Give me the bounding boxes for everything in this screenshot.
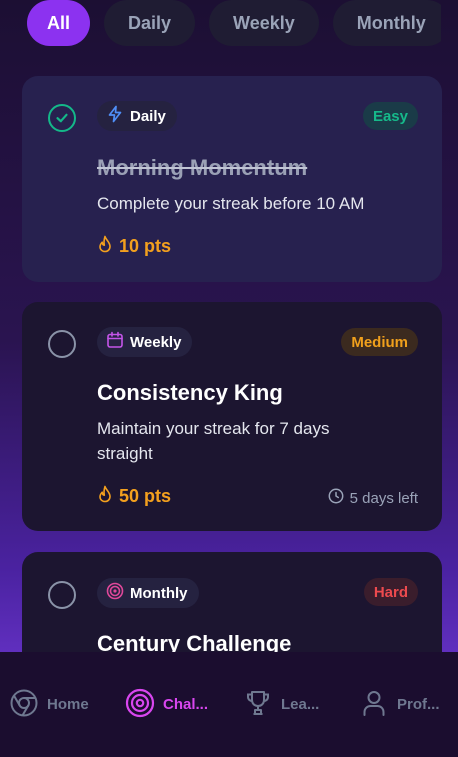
type-label: Weekly xyxy=(130,333,182,351)
nav-leaderboard[interactable]: Lea... xyxy=(238,652,356,757)
challenge-card-daily[interactable]: Daily Easy Morning Momentum Complete you… xyxy=(22,76,442,282)
filter-all[interactable]: All xyxy=(27,0,91,46)
incomplete-check-icon[interactable] xyxy=(48,581,76,609)
nav-home[interactable]: Home xyxy=(0,652,120,757)
filter-daily[interactable]: Daily xyxy=(104,0,196,46)
calendar-icon xyxy=(106,331,124,353)
points-label: 50 pts xyxy=(97,485,171,508)
points-label: 10 pts xyxy=(97,235,171,258)
type-tag-daily: Daily xyxy=(97,101,177,131)
type-tag-weekly: Weekly xyxy=(97,327,193,357)
time-left: 5 days left xyxy=(328,488,418,508)
type-label: Monthly xyxy=(130,584,188,602)
lightning-icon xyxy=(106,105,124,127)
user-icon xyxy=(359,688,389,722)
challenge-title: Morning Momentum xyxy=(97,155,308,180)
flame-icon xyxy=(97,235,113,258)
challenge-title: Consistency King xyxy=(97,380,283,405)
difficulty-badge: Easy xyxy=(362,102,418,130)
difficulty-badge: Hard xyxy=(363,578,418,606)
nav-challenges[interactable]: Chal... xyxy=(120,652,238,757)
challenge-card-weekly[interactable]: Weekly Medium Consistency King Maintain … xyxy=(22,302,442,531)
clock-icon xyxy=(328,488,344,508)
filter-bar: All Daily Weekly Monthly xyxy=(27,0,441,46)
target-icon xyxy=(106,582,124,604)
nav-profile[interactable]: Prof... xyxy=(356,652,458,757)
difficulty-badge: Medium xyxy=(341,328,418,356)
flame-icon xyxy=(97,485,113,508)
target-icon xyxy=(125,688,155,722)
challenge-description: Complete your streak before 10 AM xyxy=(97,194,365,213)
trophy-icon xyxy=(243,688,273,722)
challenge-description: Maintain your streak for 7 days straight xyxy=(97,419,330,463)
bottom-nav: Home Chal... Lea... Prof... xyxy=(0,652,458,757)
filter-monthly[interactable]: Monthly xyxy=(332,0,441,46)
chrome-icon xyxy=(9,688,39,722)
type-tag-monthly: Monthly xyxy=(97,578,199,608)
incomplete-check-icon[interactable] xyxy=(48,330,76,358)
type-label: Daily xyxy=(130,107,166,125)
completed-check-icon[interactable] xyxy=(48,104,76,132)
filter-weekly[interactable]: Weekly xyxy=(209,0,319,46)
